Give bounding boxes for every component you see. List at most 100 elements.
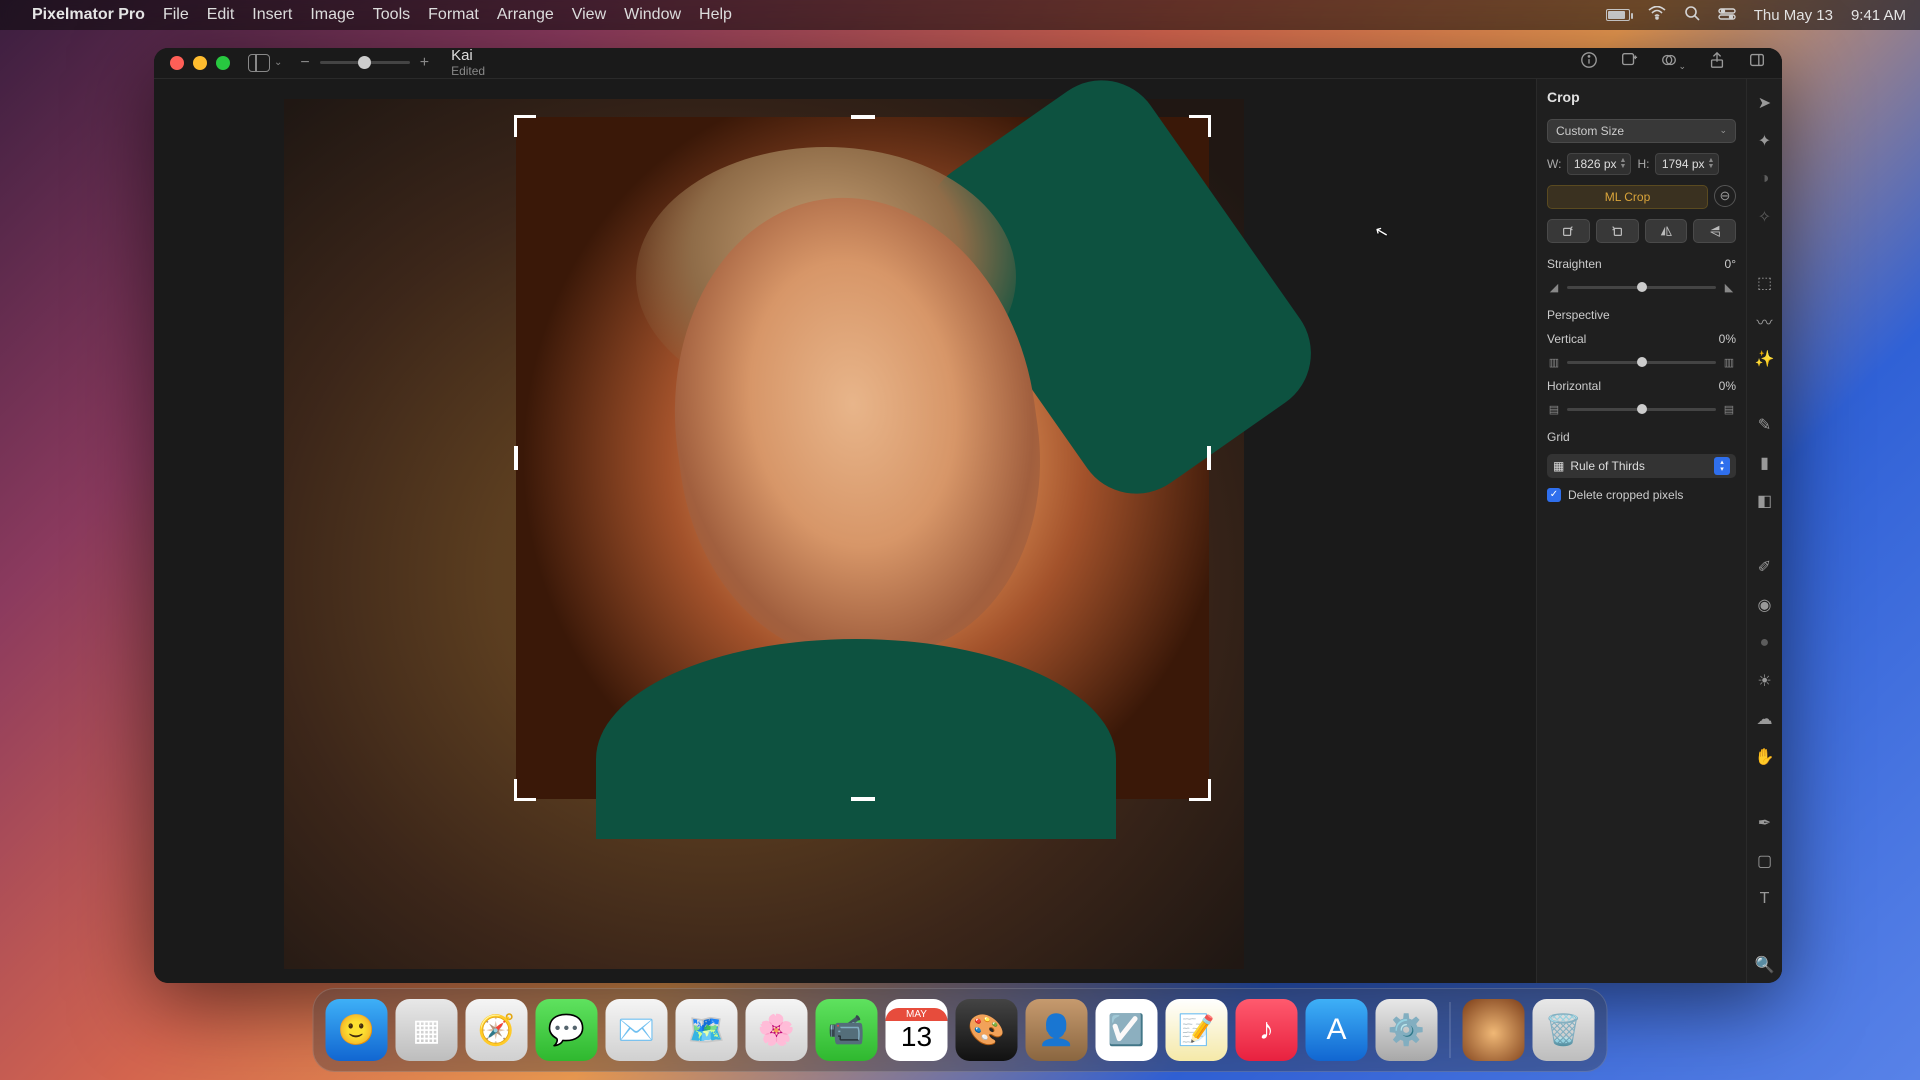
wifi-icon[interactable]	[1648, 6, 1666, 24]
lasso-tool-icon[interactable]: 〰	[1753, 309, 1777, 333]
menu-image[interactable]: Image	[310, 6, 354, 24]
menu-file[interactable]: File	[163, 6, 189, 24]
ml-crop-options-button[interactable]: ⊖	[1714, 185, 1736, 207]
hand-tool-icon[interactable]: ✋	[1753, 745, 1777, 769]
delete-cropped-checkbox[interactable]: ✓	[1547, 488, 1561, 502]
style-tool-icon[interactable]: ◑	[1753, 167, 1777, 191]
rotate-cw-button[interactable]	[1596, 219, 1639, 243]
crop-handle-right[interactable]	[1207, 446, 1211, 470]
menu-edit[interactable]: Edit	[207, 6, 235, 24]
dock-finder[interactable]: 🙂	[326, 999, 388, 1061]
menu-format[interactable]: Format	[428, 6, 479, 24]
width-stepper[interactable]: ▲▼	[1620, 158, 1627, 170]
menu-arrange[interactable]: Arrange	[497, 6, 554, 24]
flip-vertical-button[interactable]	[1693, 219, 1736, 243]
grid-label: Grid	[1547, 430, 1570, 444]
vertical-slider[interactable]	[1567, 361, 1716, 364]
menu-view[interactable]: View	[572, 6, 606, 24]
rotate-left-icon: ◢	[1547, 281, 1561, 294]
dock-music[interactable]: ♪	[1236, 999, 1298, 1061]
flip-horizontal-button[interactable]	[1645, 219, 1688, 243]
window-controls	[170, 56, 230, 70]
crop-preset-select[interactable]: Custom Size ⌄	[1547, 119, 1736, 143]
crop-handle-left[interactable]	[514, 446, 518, 470]
dock-photos[interactable]: 🌸	[746, 999, 808, 1061]
crop-rectangle[interactable]	[516, 117, 1209, 799]
rotate-ccw-button[interactable]	[1547, 219, 1590, 243]
sidebar-dropdown-icon[interactable]: ⌄	[274, 57, 282, 68]
blur-tool-icon[interactable]: ●	[1753, 631, 1777, 655]
smudge-tool-icon[interactable]: ☁	[1753, 707, 1777, 731]
crop-handle-br[interactable]	[1189, 779, 1211, 801]
color-adjust-tool-icon[interactable]: ◉	[1753, 593, 1777, 617]
eyedropper-tool-icon[interactable]: ✐	[1753, 555, 1777, 579]
dock-maps[interactable]: 🗺️	[676, 999, 738, 1061]
shape-tool-icon[interactable]: ▢	[1753, 849, 1777, 873]
fullscreen-button[interactable]	[216, 56, 230, 70]
arrow-tool-icon[interactable]: ➤	[1753, 91, 1777, 115]
brush-tool-icon[interactable]: ✎	[1753, 413, 1777, 437]
dock-mail[interactable]: ✉️	[606, 999, 668, 1061]
crop-handle-bottom[interactable]	[851, 797, 875, 801]
fill-tool-icon[interactable]: ▮	[1753, 451, 1777, 475]
menu-window[interactable]: Window	[624, 6, 681, 24]
dock-safari[interactable]: 🧭	[466, 999, 528, 1061]
dock-recent-doc[interactable]	[1463, 999, 1525, 1061]
text-tool-icon[interactable]: T	[1753, 887, 1777, 911]
crop-handle-bl[interactable]	[514, 779, 536, 801]
height-stepper[interactable]: ▲▼	[1708, 158, 1715, 170]
share-icon[interactable]	[1708, 51, 1726, 74]
crop-handle-tr[interactable]	[1189, 115, 1211, 137]
spotlight-icon[interactable]	[1684, 5, 1700, 25]
height-input[interactable]: 1794 px ▲▼	[1655, 153, 1719, 175]
inspector-toggle-icon[interactable]	[1748, 51, 1766, 74]
crop-handle-top[interactable]	[851, 115, 875, 119]
dock-messages[interactable]: 💬	[536, 999, 598, 1061]
menu-tools[interactable]: Tools	[373, 6, 410, 24]
dock-pixelmator[interactable]: 🎨	[956, 999, 1018, 1061]
dock-calendar[interactable]: MAY 13	[886, 999, 948, 1061]
pen-tool-icon[interactable]: ✒	[1753, 811, 1777, 835]
crop-handle-tl[interactable]	[514, 115, 536, 137]
macos-menubar: Pixelmator Pro File Edit Insert Image To…	[0, 0, 1920, 30]
dock-settings[interactable]: ⚙️	[1376, 999, 1438, 1061]
width-input[interactable]: 1826 px ▲▼	[1567, 153, 1631, 175]
effects-tool-icon[interactable]: ✧	[1753, 205, 1777, 229]
menu-insert[interactable]: Insert	[252, 6, 292, 24]
straighten-slider[interactable]	[1567, 286, 1716, 289]
calendar-month: MAY	[886, 1008, 948, 1021]
dock-facetime[interactable]: 📹	[816, 999, 878, 1061]
dock-appstore[interactable]: A	[1306, 999, 1368, 1061]
zoom-out-button[interactable]: −	[300, 54, 309, 72]
control-center-icon[interactable]	[1718, 7, 1736, 24]
dock-launchpad[interactable]: ▦	[396, 999, 458, 1061]
battery-icon[interactable]	[1606, 9, 1630, 21]
eraser-tool-icon[interactable]: ◧	[1753, 489, 1777, 513]
dock-reminders[interactable]: ☑️	[1096, 999, 1158, 1061]
zoom-tool-icon[interactable]: 🔍	[1753, 953, 1777, 977]
window-titlebar: ⌄ − + Kai Edited ⌄	[154, 48, 1782, 79]
toggle-sidebar-button[interactable]	[248, 54, 270, 72]
horizontal-slider[interactable]	[1567, 408, 1716, 411]
arrange-tool-icon[interactable]: ✦	[1753, 129, 1777, 153]
magic-wand-tool-icon[interactable]: ✨	[1753, 347, 1777, 371]
marquee-tool-icon[interactable]: ⬚	[1753, 271, 1777, 295]
app-menu[interactable]: Pixelmator Pro	[32, 6, 145, 24]
close-button[interactable]	[170, 56, 184, 70]
effects-icon[interactable]: ⌄	[1660, 51, 1686, 74]
canvas[interactable]	[154, 79, 1536, 983]
zoom-in-button[interactable]: +	[420, 54, 429, 72]
menubar-time[interactable]: 9:41 AM	[1851, 7, 1906, 24]
dock-contacts[interactable]: 👤	[1026, 999, 1088, 1061]
dock-trash[interactable]: 🗑️	[1533, 999, 1595, 1061]
menu-help[interactable]: Help	[699, 6, 732, 24]
grid-select[interactable]: ▦ Rule of Thirds ▴▾	[1547, 454, 1736, 478]
dock-notes[interactable]: 📝	[1166, 999, 1228, 1061]
add-shape-icon[interactable]	[1620, 51, 1638, 74]
ml-crop-button[interactable]: ML Crop	[1547, 185, 1708, 209]
info-icon[interactable]	[1580, 51, 1598, 74]
zoom-slider[interactable]	[320, 61, 410, 64]
light-tool-icon[interactable]: ☀	[1753, 669, 1777, 693]
menubar-date[interactable]: Thu May 13	[1754, 7, 1833, 24]
minimize-button[interactable]	[193, 56, 207, 70]
